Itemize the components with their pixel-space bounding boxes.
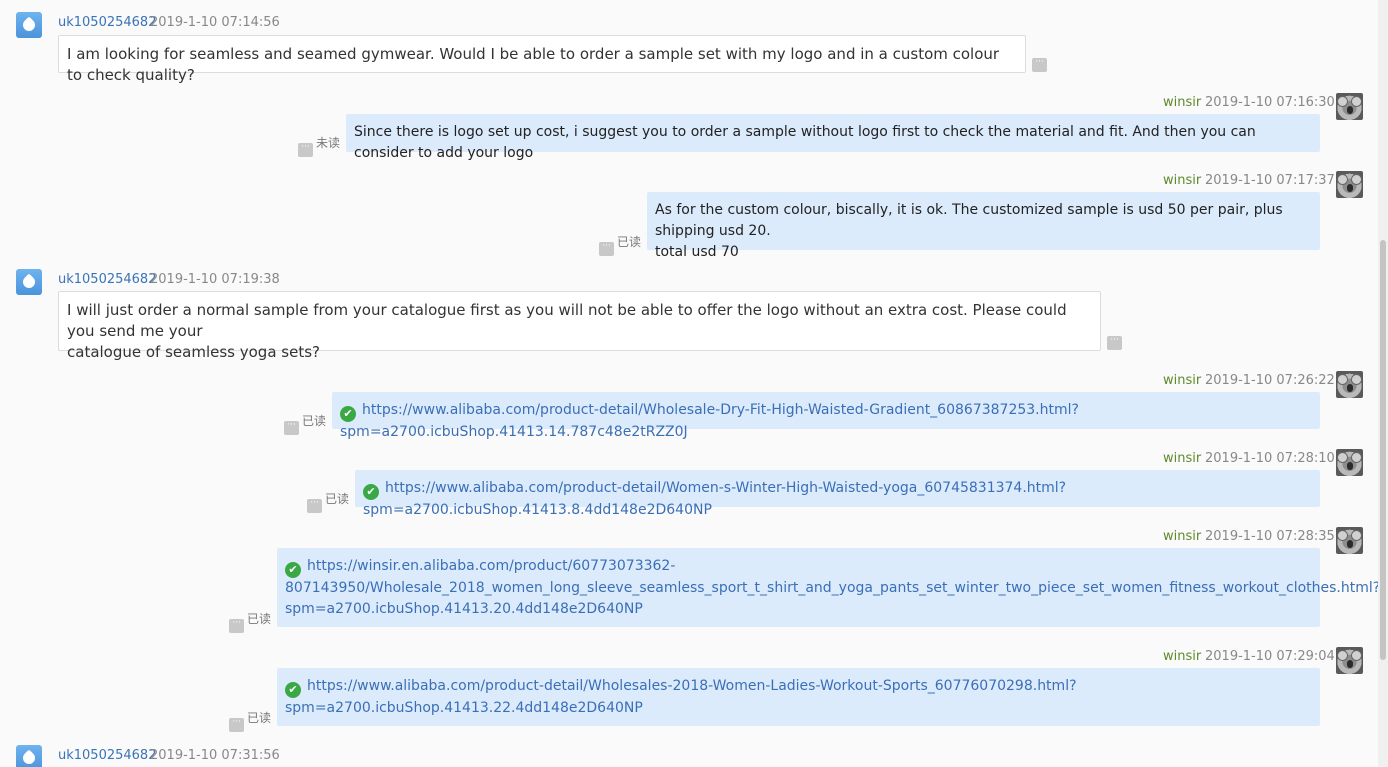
message-bubble: I will just order a normal sample from y…: [58, 291, 1101, 361]
read-status: ··· 已读: [599, 233, 641, 256]
read-status-label: 已读: [325, 492, 350, 506]
verified-check-icon: ✔: [285, 562, 301, 578]
message-time: 2019-1-10 07:26:22: [1205, 373, 1335, 388]
seller-avatar[interactable]: [1336, 371, 1363, 398]
product-link[interactable]: spm=a2700.icbuShop.41413.20.4dd148e2D640…: [285, 599, 1312, 620]
seller-avatar[interactable]: [1336, 449, 1363, 476]
read-status-label: 已读: [617, 235, 642, 249]
scrollbar[interactable]: [1378, 0, 1388, 767]
message-bubble: ✔ https://www.alibaba.com/product-detail/…: [355, 470, 1320, 518]
product-link[interactable]: https://www.alibaba.com/product-detail/W…: [307, 678, 1077, 694]
sender-name[interactable]: uk1050254682: [58, 748, 156, 763]
message-bubble: ✔ https://winsir.en.alibaba.com/product/6…: [277, 548, 1378, 627]
read-status: ··· 已读: [229, 610, 271, 633]
read-status-label: 已读: [302, 414, 327, 428]
more-options-icon[interactable]: ···: [1032, 58, 1047, 72]
seller-avatar[interactable]: [1336, 93, 1363, 120]
customer-avatar[interactable]: [16, 12, 42, 38]
message-time: 2019-1-10 07:28:35: [1205, 529, 1335, 544]
more-options-icon[interactable]: ···: [229, 619, 244, 633]
message-time: 2019-1-10 07:16:30: [1205, 95, 1335, 110]
message-bubble: As for the custom colour, biscally, it i…: [647, 192, 1320, 260]
message-time: 2019-1-10 07:28:10: [1205, 451, 1335, 466]
message-bubble: ✔ https://www.alibaba.com/product-detail/…: [277, 668, 1320, 726]
product-link[interactable]: https://winsir.en.alibaba.com/product/60…: [307, 558, 675, 574]
sender-name[interactable]: uk1050254682: [58, 15, 156, 30]
message-text: total usd 70: [655, 244, 739, 260]
verified-check-icon: ✔: [363, 484, 379, 500]
message-time: 2019-1-10 07:14:56: [150, 15, 280, 30]
more-options-icon[interactable]: ···: [599, 242, 614, 256]
message-text: I am looking for seamless and seamed gym…: [67, 45, 1000, 84]
sender-name[interactable]: winsir: [1163, 173, 1201, 188]
more-options-icon[interactable]: ···: [298, 143, 313, 157]
sender-name[interactable]: winsir: [1163, 95, 1201, 110]
message-time: 2019-1-10 07:31:56: [150, 748, 280, 763]
sender-name[interactable]: winsir: [1163, 451, 1201, 466]
message-bubble: ✔ https://www.alibaba.com/product-detail/…: [332, 392, 1320, 440]
message-time: 2019-1-10 07:19:38: [150, 272, 280, 287]
sender-name[interactable]: winsir: [1163, 649, 1201, 664]
read-status-label: 未读: [316, 136, 341, 150]
customer-avatar[interactable]: [16, 269, 42, 295]
seller-avatar[interactable]: [1336, 647, 1363, 674]
more-options-icon[interactable]: ···: [307, 499, 322, 513]
read-status-label: 已读: [247, 612, 272, 626]
product-link[interactable]: 807143950/Wholesale_2018_women_long_slee…: [285, 578, 1378, 599]
seller-avatar[interactable]: [1336, 171, 1363, 198]
sender-name[interactable]: winsir: [1163, 373, 1201, 388]
more-options-icon[interactable]: ···: [1107, 336, 1122, 350]
message-bubble: Since there is logo set up cost, i sugge…: [346, 114, 1320, 161]
seller-avatar[interactable]: [1336, 527, 1363, 554]
product-link[interactable]: https://www.alibaba.com/product-detail/W…: [340, 402, 1079, 440]
message-text: Since there is logo set up cost, i sugge…: [354, 124, 1256, 161]
more-options-icon[interactable]: ···: [284, 421, 299, 435]
read-status: ··· 未读: [298, 134, 340, 157]
read-status-label: 已读: [247, 711, 272, 725]
more-options-icon[interactable]: ···: [229, 718, 244, 732]
read-status: ··· 已读: [284, 412, 326, 435]
message-text: As for the custom colour, biscally, it i…: [655, 202, 1283, 239]
product-link[interactable]: spm=a2700.icbuShop.41413.22.4dd148e2D640…: [285, 698, 1312, 719]
read-status: ··· 已读: [229, 709, 271, 732]
message-text: I will just order a normal sample from y…: [67, 301, 1067, 340]
verified-check-icon: ✔: [285, 682, 301, 698]
customer-avatar[interactable]: [16, 745, 42, 767]
message-bubble: I am looking for seamless and seamed gym…: [58, 35, 1026, 84]
message-text: catalogue of seamless yoga sets?: [67, 343, 320, 361]
message-time: 2019-1-10 07:29:04: [1205, 649, 1335, 664]
product-link[interactable]: https://www.alibaba.com/product-detail/W…: [363, 480, 1066, 518]
sender-name[interactable]: uk1050254682: [58, 272, 156, 287]
verified-check-icon: ✔: [340, 406, 356, 422]
message-time: 2019-1-10 07:17:37: [1205, 173, 1335, 188]
chat-history: uk1050254682 2019-1-10 07:14:56 I am loo…: [0, 0, 1378, 767]
read-status: ··· 已读: [307, 490, 349, 513]
scrollbar-thumb[interactable]: [1380, 240, 1386, 660]
sender-name[interactable]: winsir: [1163, 529, 1201, 544]
